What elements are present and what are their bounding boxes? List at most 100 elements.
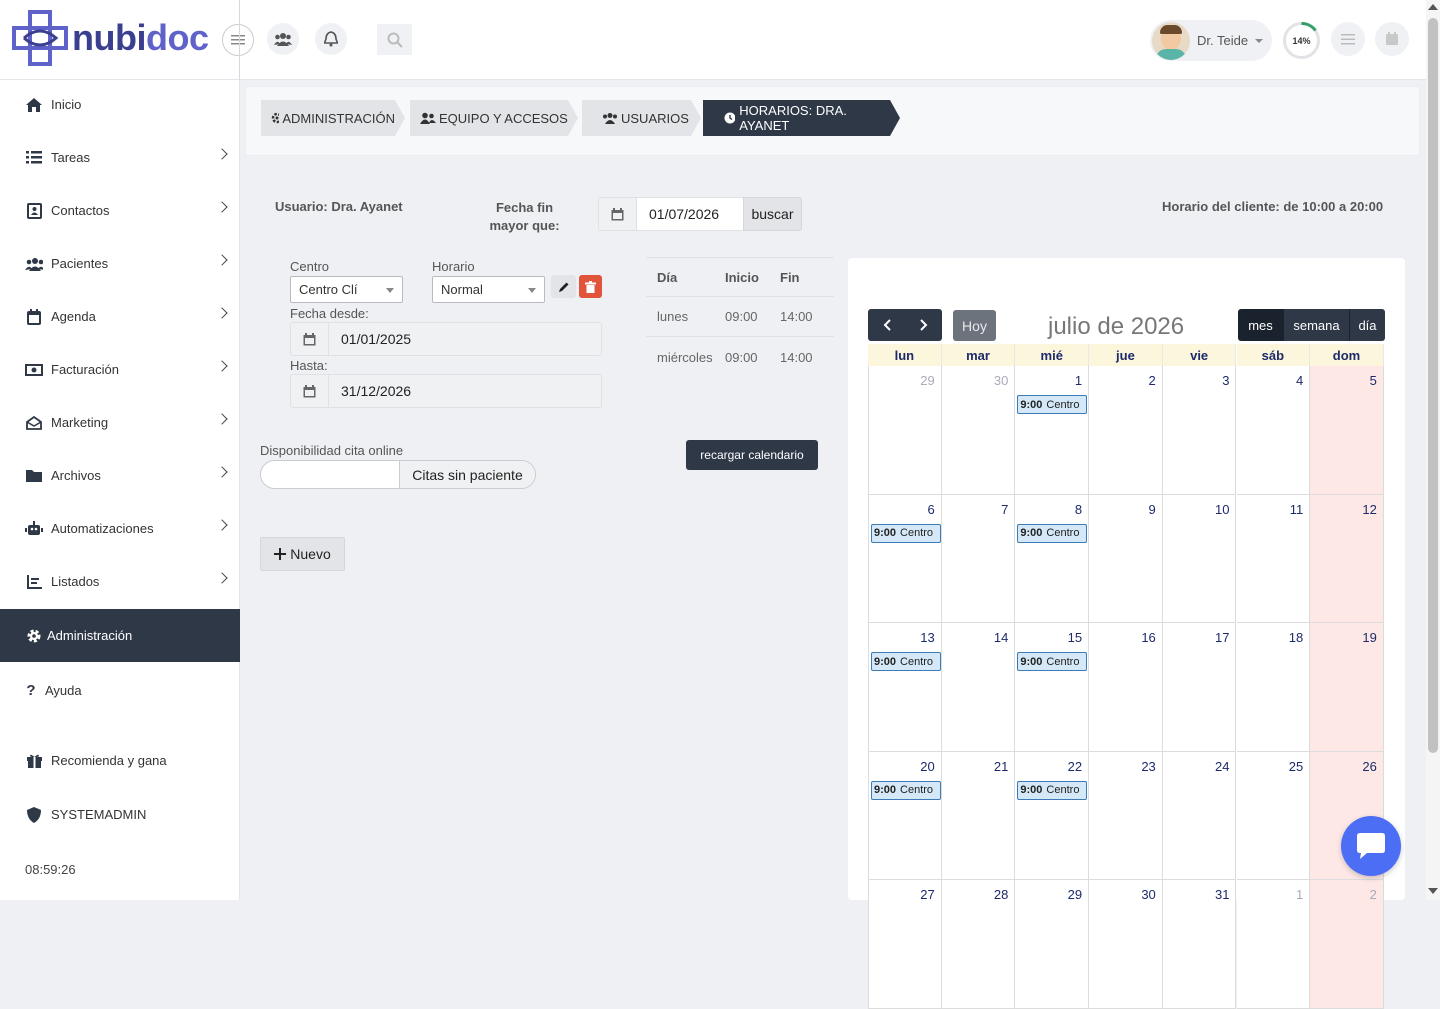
calendar-event[interactable]: 9:00 Centro (1017, 780, 1088, 800)
user-menu[interactable]: Dr. Teide (1150, 20, 1272, 61)
calendar-day-cell[interactable]: 16 (1089, 623, 1163, 752)
new-button[interactable]: Nuevo (260, 537, 345, 571)
breadcrumb-usuarios[interactable]: USUARIOS (582, 100, 701, 136)
calendar-event[interactable]: 9:00 Centro (1017, 523, 1088, 543)
calendar-day-cell[interactable]: 10 (1162, 494, 1237, 623)
sidebar-item-contactos[interactable]: Contactos (0, 184, 240, 237)
calendar-event[interactable]: 9:00 Centro (1017, 652, 1088, 671)
calendar-day-cell[interactable]: 5 (1310, 366, 1384, 495)
calendar-day-cell[interactable]: 29 (1015, 880, 1090, 1009)
calendar-event[interactable]: 9:00 Centro (1017, 395, 1088, 414)
search-button[interactable] (377, 24, 412, 55)
calendar-shortcut-button[interactable] (1375, 22, 1409, 56)
chat-button[interactable] (1341, 816, 1401, 876)
calendar-day-cell[interactable]: 27 (868, 880, 942, 1009)
sidebar-item-tareas[interactable]: Tareas (0, 131, 240, 184)
sidebar-item-archivos[interactable]: Archivos (0, 449, 240, 502)
menu-toggle-button[interactable] (222, 24, 254, 56)
calendar-day-cell[interactable]: 28 (941, 880, 1016, 1009)
calendar-day-cell[interactable]: 25 (1236, 751, 1311, 880)
calendar-day-cell[interactable]: 18 (1236, 623, 1311, 752)
calendar-event[interactable]: 9:00 Centro (871, 780, 941, 800)
calendar-day-cell[interactable]: 1 (1236, 880, 1311, 1009)
calendar-day-cell[interactable]: 1 9:00 Centro (1015, 366, 1090, 495)
calendar-day-cell[interactable]: 4 (1236, 366, 1311, 495)
edit-button[interactable] (551, 275, 576, 298)
calendar-day-cell[interactable]: 19 (1310, 623, 1384, 752)
calendar-day-cell[interactable]: 29 (868, 366, 942, 495)
logo[interactable]: nubidoc (12, 10, 209, 66)
calendar-icon[interactable] (599, 198, 637, 230)
prev-month-button[interactable] (868, 309, 905, 341)
calendar-day-cell[interactable]: 17 (1162, 623, 1237, 752)
sidebar-item-listados[interactable]: Listados (0, 555, 240, 608)
calendar-day-cell[interactable]: 30 (941, 366, 1016, 495)
calendar-day-cell[interactable]: 7 (941, 494, 1016, 623)
calendar-event[interactable]: 9:00 Centro (871, 523, 941, 543)
logo-text: nubidoc (72, 17, 209, 58)
horario-select[interactable]: Normal (432, 276, 545, 303)
sidebar-item-pacientes[interactable]: Pacientes (0, 237, 240, 290)
calendar-day-cell[interactable]: 20 9:00 Centro (868, 751, 942, 880)
sidebar-item-inicio[interactable]: Inicio (0, 78, 240, 131)
calendar-day-cell[interactable]: 31 (1162, 880, 1237, 1009)
day-header-5: sáb (1236, 344, 1311, 366)
calendar-day-cell[interactable]: 2 (1310, 880, 1384, 1009)
sidebar-item-marketing[interactable]: Marketing (0, 396, 240, 449)
next-month-button[interactable] (905, 309, 942, 341)
toggle-on-segment[interactable]: Citas sin paciente (400, 461, 535, 488)
sidebar-item-automatizaciones[interactable]: Automatizaciones (0, 502, 240, 555)
sidebar-item-facturacion[interactable]: Facturación (0, 343, 240, 396)
sidebar-item-agenda[interactable]: Agenda (0, 290, 240, 343)
sidebar-item-administracion[interactable]: Administración (0, 609, 240, 662)
calendar-day-cell[interactable]: 12 (1310, 494, 1384, 623)
lines-menu-button[interactable] (1331, 22, 1365, 56)
delete-button[interactable] (579, 275, 602, 298)
online-toggle[interactable]: Citas sin paciente (260, 460, 536, 489)
centro-select[interactable]: Centro Clí (290, 276, 403, 303)
breadcrumb-equipo[interactable]: EQUIPO Y ACCESOS (410, 100, 578, 136)
scroll-down-icon[interactable] (1428, 888, 1438, 894)
table-row[interactable]: miércoles 09:00 14:00 (646, 337, 834, 377)
calendar-day-cell[interactable]: 24 (1162, 751, 1237, 880)
today-button[interactable]: Hoy (953, 310, 996, 341)
view-day-button[interactable]: día (1349, 309, 1385, 341)
scrollbar-thumb[interactable] (1428, 18, 1438, 753)
calendar-day-cell[interactable]: 30 (1089, 880, 1163, 1009)
table-row[interactable]: lunes 09:00 14:00 (646, 297, 834, 337)
notifications-button[interactable] (315, 23, 347, 55)
view-month-button[interactable]: mes (1238, 309, 1283, 341)
progress-ring[interactable]: 14% (1283, 22, 1320, 59)
desde-input[interactable]: 01/01/2025 (290, 322, 602, 356)
day-number: 22 (1067, 758, 1083, 774)
event-time: 9:00 (1020, 655, 1043, 668)
calendar-day-cell[interactable]: 15 9:00 Centro (1015, 623, 1090, 752)
hasta-input[interactable]: 31/12/2026 (290, 374, 602, 408)
search-date-button[interactable]: buscar (743, 197, 802, 231)
calendar-day-cell[interactable]: 8 9:00 Centro (1015, 494, 1090, 623)
date-filter-input[interactable]: 01/07/2026 (598, 197, 745, 231)
calendar-day-cell[interactable]: 23 (1089, 751, 1163, 880)
sidebar-item-recomienda[interactable]: Recomienda y gana (0, 734, 240, 787)
calendar-day-cell[interactable]: 6 9:00 Centro (868, 494, 942, 623)
calendar-icon[interactable] (291, 375, 329, 407)
reload-calendar-button[interactable]: recargar calendario (686, 440, 818, 470)
view-week-button[interactable]: semana (1283, 309, 1349, 341)
calendar-day-cell[interactable]: 21 (941, 751, 1016, 880)
scroll-up-icon[interactable] (1428, 4, 1438, 10)
calendar-day-cell[interactable]: 9 (1089, 494, 1163, 623)
calendar-day-cell[interactable]: 22 9:00 Centro (1015, 751, 1090, 880)
breadcrumb-administracion[interactable]: ADMINISTRACIÓN (261, 100, 405, 136)
chart-icon (25, 573, 43, 591)
calendar-day-cell[interactable]: 11 (1236, 494, 1311, 623)
calendar-day-cell[interactable]: 13 9:00 Centro (868, 623, 942, 752)
calendar-icon[interactable] (291, 323, 329, 355)
toggle-off-segment[interactable] (261, 461, 400, 488)
calendar-day-cell[interactable]: 14 (941, 623, 1016, 752)
calendar-event[interactable]: 9:00 Centro (871, 652, 941, 671)
calendar-day-cell[interactable]: 2 (1089, 366, 1163, 495)
sidebar-item-ayuda[interactable]: ? Ayuda (0, 664, 240, 717)
team-button[interactable] (267, 23, 299, 55)
calendar-day-cell[interactable]: 3 (1162, 366, 1237, 495)
sidebar-item-systemadmin[interactable]: SYSTEMADMIN (0, 788, 240, 841)
